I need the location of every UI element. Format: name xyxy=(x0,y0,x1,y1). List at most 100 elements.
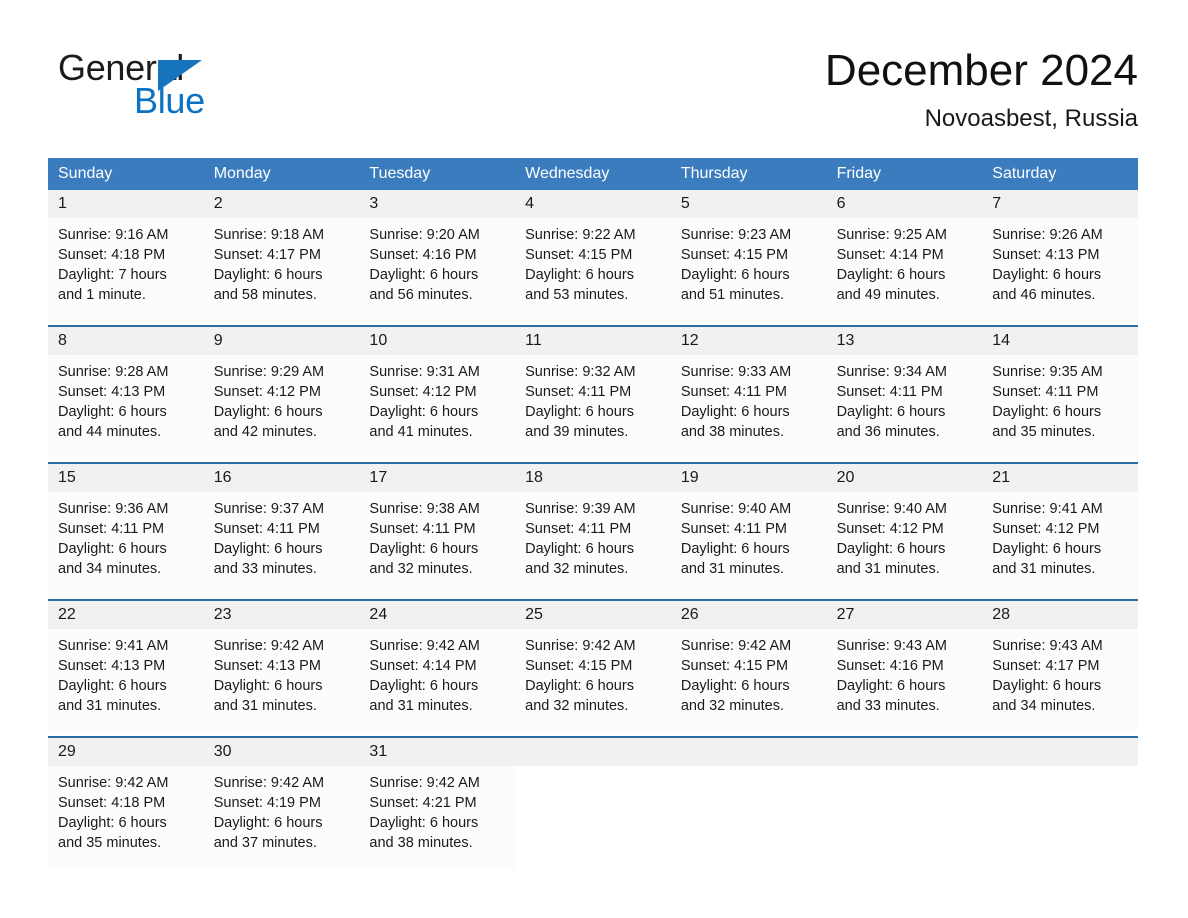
day-number[interactable]: 6 xyxy=(827,190,983,218)
day-daylight1-text: Daylight: 6 hours xyxy=(213,267,323,283)
day-cell[interactable]: Sunrise: 9:26 AM Sunset: 4:13 PM Daylight:… xyxy=(982,218,1138,322)
day-number[interactable]: 7 xyxy=(982,190,1138,218)
day-cell[interactable]: Sunrise: 9:35 AM Sunset: 4:11 PM Daylight:… xyxy=(982,355,1138,459)
day-sunset-text: Sunset: 4:11 PM xyxy=(213,521,320,537)
day-cell[interactable]: Sunrise: 9:20 AM Sunset: 4:16 PM Daylight:… xyxy=(359,218,515,322)
day-number[interactable]: 18 xyxy=(515,464,671,492)
day-number[interactable]: 28 xyxy=(982,601,1138,629)
day-daylight2-text: and 31 minutes. xyxy=(680,561,785,577)
day-cell[interactable]: Sunrise: 9:22 AM Sunset: 4:15 PM Daylight:… xyxy=(515,218,671,322)
day-sunrise-text: Sunrise: 9:32 AM xyxy=(525,364,636,380)
day-cell[interactable]: Sunrise: 9:34 AM Sunset: 4:11 PM Daylight:… xyxy=(827,355,983,459)
day-cell[interactable]: Sunrise: 9:42 AM Sunset: 4:18 PM Daylight:… xyxy=(48,766,204,870)
day-cell[interactable]: Sunrise: 9:36 AM Sunset: 4:11 PM Daylight:… xyxy=(48,492,204,596)
day-number[interactable]: 25 xyxy=(515,601,671,629)
day-daylight2-text: and 42 minutes. xyxy=(213,424,317,440)
day-cell[interactable]: Sunrise: 9:43 AM Sunset: 4:16 PM Daylight:… xyxy=(827,629,983,733)
day-number[interactable]: 19 xyxy=(671,464,827,492)
day-daylight1-text: Daylight: 6 hours xyxy=(213,678,323,694)
day-sunrise-text: Sunrise: 9:18 AM xyxy=(213,227,325,243)
day-sunrise-text: Sunrise: 9:16 AM xyxy=(58,227,169,243)
day-number[interactable]: 15 xyxy=(48,464,204,492)
calendar-week-row: 15 16 17 18 19 20 21 Sunrise: 9:36 AM Sunset: 4:… xyxy=(48,462,1138,596)
day-sunrise-text: Sunrise: 9:41 AM xyxy=(58,638,169,654)
day-sunset-text: Sunset: 4:15 PM xyxy=(680,658,789,674)
day-sunrise-text: Sunrise: 9:40 AM xyxy=(680,501,792,517)
day-number[interactable]: 4 xyxy=(515,190,671,218)
day-number[interactable]: 26 xyxy=(671,601,827,629)
day-number[interactable]: 5 xyxy=(671,190,827,218)
day-number-empty xyxy=(671,738,827,766)
week-date-strip: 29 30 31 xyxy=(48,738,1138,766)
day-number[interactable]: 20 xyxy=(827,464,983,492)
day-number[interactable]: 13 xyxy=(827,327,983,355)
day-daylight1-text: Daylight: 6 hours xyxy=(58,404,167,420)
calendar-page: General Blue December 2024 Novoasbest, R… xyxy=(0,0,1188,918)
day-number[interactable]: 23 xyxy=(204,601,360,629)
day-sunset-text: Sunset: 4:11 PM xyxy=(992,384,1099,400)
brand-logo[interactable]: General Blue xyxy=(58,48,318,128)
day-cell[interactable]: Sunrise: 9:29 AM Sunset: 4:12 PM Daylight:… xyxy=(204,355,360,459)
day-cell[interactable]: Sunrise: 9:32 AM Sunset: 4:11 PM Daylight:… xyxy=(515,355,671,459)
weekday-header-monday: Monday xyxy=(213,165,271,182)
day-number[interactable]: 31 xyxy=(359,738,515,766)
day-daylight2-text: and 32 minutes. xyxy=(525,561,629,577)
day-cell[interactable]: Sunrise: 9:41 AM Sunset: 4:12 PM Daylight:… xyxy=(982,492,1138,596)
day-cell[interactable]: Sunrise: 9:37 AM Sunset: 4:11 PM Daylight:… xyxy=(204,492,360,596)
day-cell[interactable]: Sunrise: 9:40 AM Sunset: 4:12 PM Daylight:… xyxy=(827,492,983,596)
day-number[interactable]: 24 xyxy=(359,601,515,629)
day-cell[interactable]: Sunrise: 9:42 AM Sunset: 4:21 PM Daylight:… xyxy=(359,766,515,870)
day-cell[interactable]: Sunrise: 9:41 AM Sunset: 4:13 PM Daylight:… xyxy=(48,629,204,733)
day-cell[interactable]: Sunrise: 9:18 AM Sunset: 4:17 PM Daylight:… xyxy=(204,218,360,322)
day-sunrise-text: Sunrise: 9:22 AM xyxy=(525,227,636,243)
day-cell[interactable]: Sunrise: 9:43 AM Sunset: 4:17 PM Daylight:… xyxy=(982,629,1138,733)
day-cell[interactable]: Sunrise: 9:25 AM Sunset: 4:14 PM Daylight:… xyxy=(827,218,983,322)
week-body: Sunrise: 9:28 AM Sunset: 4:13 PM Daylight:… xyxy=(48,355,1138,459)
day-cell[interactable]: Sunrise: 9:42 AM Sunset: 4:15 PM Daylight:… xyxy=(671,629,827,733)
day-daylight2-text: and 34 minutes. xyxy=(58,561,162,577)
day-cell[interactable]: Sunrise: 9:38 AM Sunset: 4:11 PM Daylight:… xyxy=(359,492,515,596)
day-sunset-text: Sunset: 4:12 PM xyxy=(836,521,944,537)
day-cell[interactable]: Sunrise: 9:31 AM Sunset: 4:12 PM Daylight:… xyxy=(359,355,515,459)
day-daylight2-text: and 36 minutes. xyxy=(836,424,940,440)
day-cell[interactable]: Sunrise: 9:39 AM Sunset: 4:11 PM Daylight:… xyxy=(515,492,671,596)
day-daylight1-text: Daylight: 6 hours xyxy=(58,678,167,694)
day-daylight2-text: and 31 minutes. xyxy=(836,561,940,577)
day-number[interactable]: 22 xyxy=(48,601,204,629)
day-daylight2-text: and 31 minutes. xyxy=(369,698,473,714)
day-sunset-text: Sunset: 4:15 PM xyxy=(525,658,633,674)
day-cell[interactable]: Sunrise: 9:42 AM Sunset: 4:13 PM Daylight:… xyxy=(204,629,360,733)
day-daylight1-text: Daylight: 6 hours xyxy=(836,267,946,283)
day-number[interactable]: 17 xyxy=(359,464,515,492)
day-sunrise-text: Sunrise: 9:35 AM xyxy=(992,364,1103,380)
day-cell[interactable]: Sunrise: 9:28 AM Sunset: 4:13 PM Daylight:… xyxy=(48,355,204,459)
day-number[interactable]: 2 xyxy=(204,190,360,218)
day-cell[interactable]: Sunrise: 9:23 AM Sunset: 4:15 PM Daylight:… xyxy=(671,218,827,322)
day-cell[interactable]: Sunrise: 9:42 AM Sunset: 4:15 PM Daylight:… xyxy=(515,629,671,733)
day-number[interactable]: 12 xyxy=(671,327,827,355)
day-cell[interactable]: Sunrise: 9:16 AM Sunset: 4:18 PM Daylight:… xyxy=(48,218,204,322)
day-number[interactable]: 9 xyxy=(204,327,360,355)
day-number[interactable]: 29 xyxy=(48,738,204,766)
day-sunset-text: Sunset: 4:14 PM xyxy=(836,247,944,263)
day-number[interactable]: 11 xyxy=(515,327,671,355)
day-cell[interactable]: Sunrise: 9:33 AM Sunset: 4:11 PM Daylight:… xyxy=(671,355,827,459)
day-number[interactable]: 14 xyxy=(982,327,1138,355)
day-number[interactable]: 8 xyxy=(48,327,204,355)
day-number[interactable]: 3 xyxy=(359,190,515,218)
day-cell[interactable]: Sunrise: 9:40 AM Sunset: 4:11 PM Daylight:… xyxy=(671,492,827,596)
day-number[interactable]: 30 xyxy=(204,738,360,766)
day-number[interactable]: 1 xyxy=(48,190,204,218)
day-cell[interactable]: Sunrise: 9:42 AM Sunset: 4:19 PM Daylight:… xyxy=(204,766,360,870)
day-daylight2-text: and 31 minutes. xyxy=(992,561,1096,577)
day-sunrise-text: Sunrise: 9:40 AM xyxy=(836,501,947,517)
day-sunset-text: Sunset: 4:17 PM xyxy=(992,658,1100,674)
day-daylight1-text: Daylight: 6 hours xyxy=(992,267,1102,283)
day-number[interactable]: 21 xyxy=(982,464,1138,492)
day-number[interactable]: 27 xyxy=(827,601,983,629)
day-number[interactable]: 10 xyxy=(359,327,515,355)
week-date-strip: 15 16 17 18 19 20 21 xyxy=(48,464,1138,492)
day-cell[interactable]: Sunrise: 9:42 AM Sunset: 4:14 PM Daylight:… xyxy=(359,629,515,733)
day-sunrise-text: Sunrise: 9:39 AM xyxy=(525,501,636,517)
day-number[interactable]: 16 xyxy=(204,464,360,492)
